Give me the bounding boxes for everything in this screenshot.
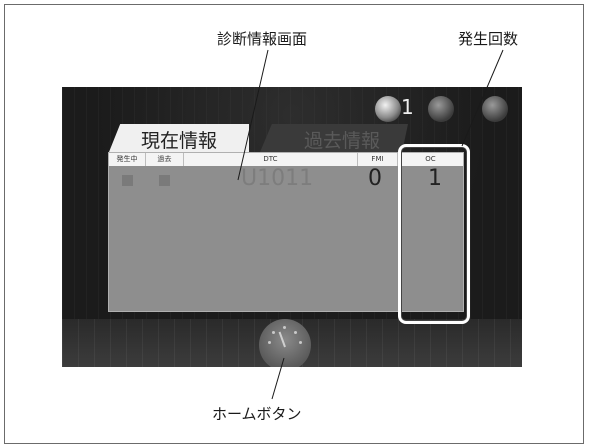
active-flag-icon bbox=[122, 175, 133, 186]
tab-past-label: 過去情報 bbox=[304, 130, 381, 152]
home-button[interactable] bbox=[259, 319, 311, 367]
gauge-needle-icon bbox=[278, 331, 286, 348]
gauge-tick bbox=[272, 331, 275, 334]
past-flag-icon bbox=[159, 175, 170, 186]
gauge-tick bbox=[283, 326, 286, 329]
gauge-tick bbox=[299, 341, 302, 344]
tab-current-label: 現在情報 bbox=[141, 130, 218, 152]
active-indicator-icon bbox=[375, 96, 401, 122]
gauge-tick bbox=[294, 331, 297, 334]
header-fmi: FMI bbox=[358, 153, 398, 166]
indicator-icon bbox=[428, 96, 454, 122]
dtc-code: U1011 bbox=[241, 166, 314, 191]
header-active: 発生中 bbox=[109, 153, 146, 166]
fmi-value: 0 bbox=[368, 166, 382, 191]
tab-current-info[interactable]: 現在情報 bbox=[109, 124, 249, 152]
indicator-icon bbox=[482, 96, 508, 122]
tab-past-info[interactable]: 過去情報 bbox=[260, 124, 408, 152]
header-past: 過去 bbox=[146, 153, 184, 166]
callout-occurrence-count: 発生回数 bbox=[458, 30, 519, 48]
gauge-tick bbox=[268, 341, 271, 344]
callout-diagnostic-screen: 診断情報画面 bbox=[217, 30, 308, 48]
oc-column-highlight bbox=[398, 144, 470, 324]
callout-home-button: ホームボタン bbox=[212, 405, 302, 423]
active-count: 1 bbox=[401, 95, 414, 119]
header-dtc: DTC bbox=[184, 153, 358, 166]
